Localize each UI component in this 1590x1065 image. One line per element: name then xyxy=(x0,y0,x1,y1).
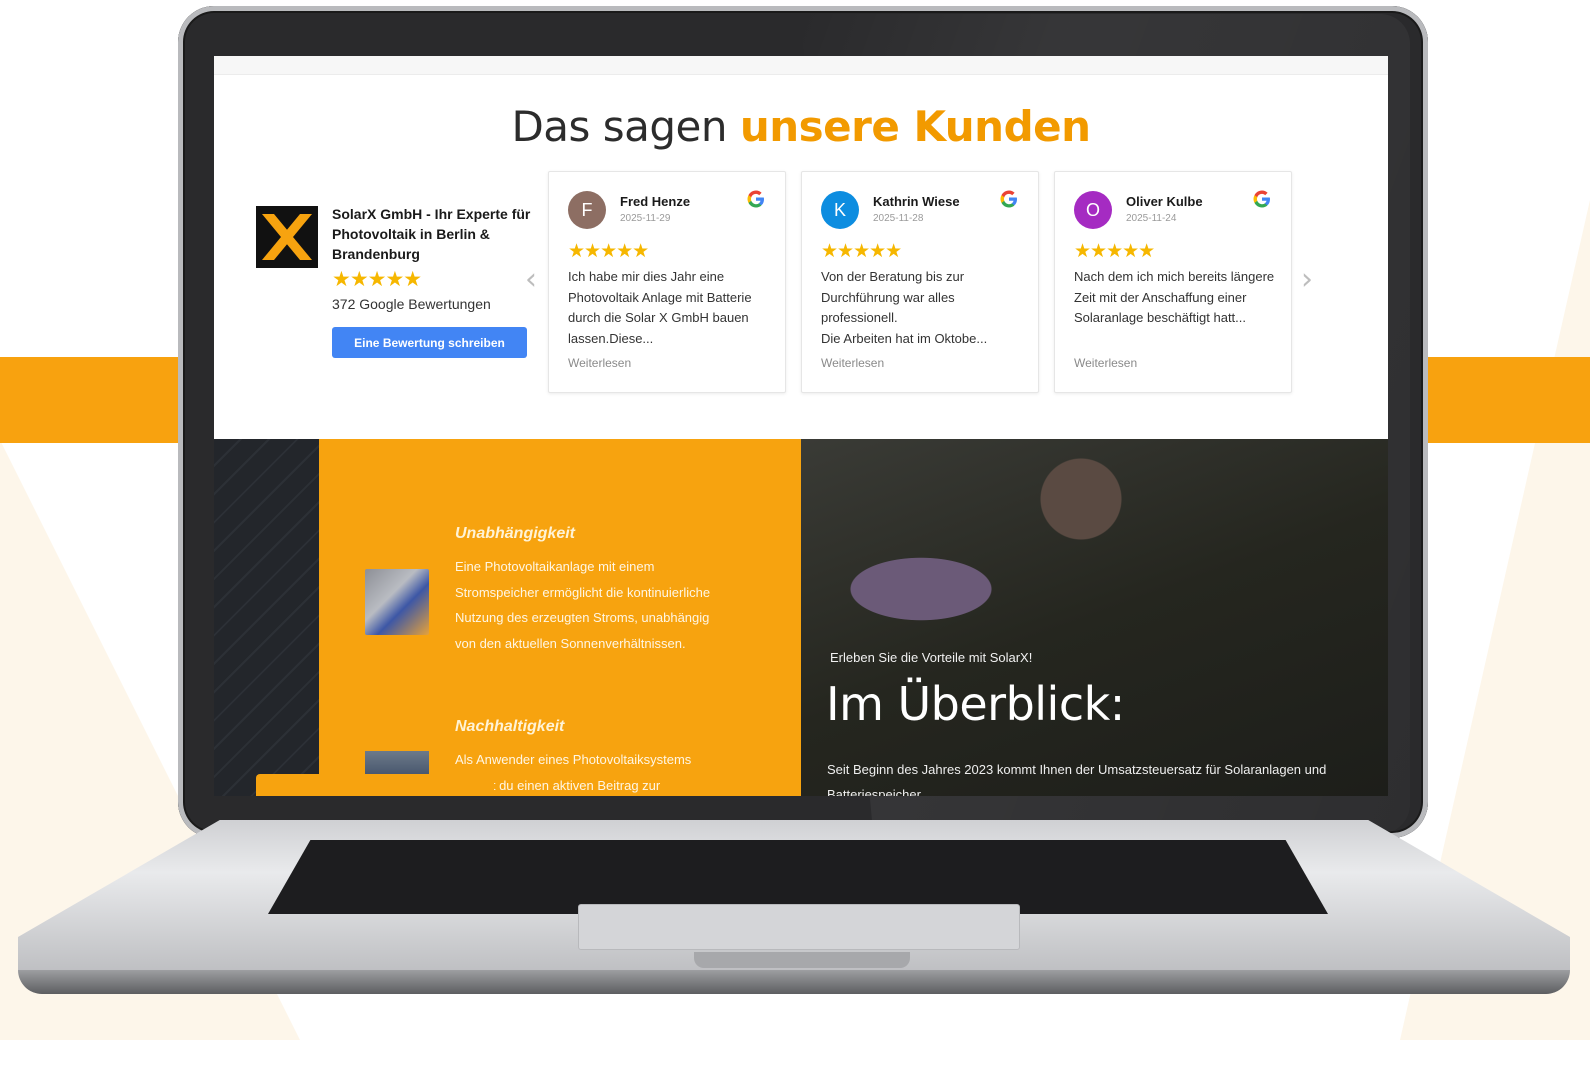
laptop-screen: Das sagen unsere Kunden SolarX GmbH - Ih… xyxy=(214,56,1388,796)
avatar: K xyxy=(821,191,859,229)
features-panel: Unabhängigkeit Eine Photovoltaikanlage m… xyxy=(319,439,801,796)
write-review-button[interactable]: Eine Bewertung schreiben xyxy=(332,327,527,358)
benefits-section: Unabhängigkeit Eine Photovoltaikanlage m… xyxy=(214,439,1388,796)
review-card: K Kathrin Wiese 2025-11-28 ★★★★★ Von der… xyxy=(801,171,1039,393)
feature-text-sustainability: Als Anwender eines Photovoltaiksystems l… xyxy=(455,752,692,793)
orange-band-left xyxy=(0,357,180,443)
review-card: F Fred Henze 2025-11-29 ★★★★★ Ich habe m… xyxy=(548,171,786,393)
review-stars: ★★★★★ xyxy=(568,240,649,262)
chevron-right-icon[interactable]: › xyxy=(1296,264,1318,296)
company-name: SolarX GmbH - Ihr Experte für Photovolta… xyxy=(332,206,531,262)
chevron-left-icon[interactable]: ‹ xyxy=(520,264,542,296)
google-icon xyxy=(1000,190,1017,208)
feature-title-independence: Unabhängigkeit xyxy=(455,525,576,542)
browser-top-strip xyxy=(214,56,1388,75)
section-heading: Das sagen unsere Kunden xyxy=(214,102,1388,151)
solar-panel-background xyxy=(214,439,319,796)
google-icon xyxy=(1253,190,1270,208)
trackpad xyxy=(578,904,1020,950)
reviewer-name: Kathrin Wiese xyxy=(873,194,960,209)
review-text: Nach dem ich mich bereits längere Zeit m… xyxy=(1074,269,1275,325)
heading-highlight: unsere Kunden xyxy=(739,102,1091,151)
avatar: F xyxy=(568,191,606,229)
feature-text-independence: Eine Photovoltaikanlage mit einem Stroms… xyxy=(455,559,711,651)
company-rating-stars: ★★★★★ xyxy=(332,267,422,291)
feature-title-sustainability: Nachhaltigkeit xyxy=(455,718,565,735)
review-stars: ★★★★★ xyxy=(1074,240,1155,262)
review-stars: ★★★★★ xyxy=(821,240,902,262)
review-count: 372 Google Bewertungen xyxy=(332,296,491,312)
happy-child-photo xyxy=(801,439,1388,796)
read-more-link[interactable]: Weiterlesen xyxy=(821,356,884,370)
read-more-link[interactable]: Weiterlesen xyxy=(1074,356,1137,370)
overview-text: Seit Beginn des Jahres 2023 kommt Ihnen … xyxy=(827,762,1327,796)
keyboard xyxy=(268,840,1328,914)
reviewer-name: Fred Henze xyxy=(620,194,691,209)
reviewer-name: Oliver Kulbe xyxy=(1126,194,1203,209)
read-more-link[interactable]: Weiterlesen xyxy=(568,356,631,370)
review-text: Von der Beratung bis zur Durchführung wa… xyxy=(821,269,988,346)
orange-band-right xyxy=(1425,357,1590,443)
google-icon xyxy=(747,190,764,208)
review-date: 2025-11-29 xyxy=(620,213,671,224)
review-text: Ich habe mir dies Jahr eine Photovoltaik… xyxy=(568,269,752,346)
heading-part1: Das sagen xyxy=(511,102,740,151)
review-date: 2025-11-24 xyxy=(1126,213,1177,224)
review-date: 2025-11-28 xyxy=(873,213,924,224)
battery-storage-image xyxy=(365,569,429,635)
review-card: O Oliver Kulbe 2025-11-24 ★★★★★ Nach dem… xyxy=(1054,171,1292,393)
overview-title: Im Überblick: xyxy=(826,677,1125,731)
sticky-contact-button[interactable] xyxy=(256,774,494,796)
solarx-logo-icon xyxy=(256,206,318,268)
avatar: O xyxy=(1074,191,1112,229)
laptop-base xyxy=(18,820,1570,1000)
overview-subtitle: Erleben Sie die Vorteile mit SolarX! xyxy=(830,650,1033,665)
